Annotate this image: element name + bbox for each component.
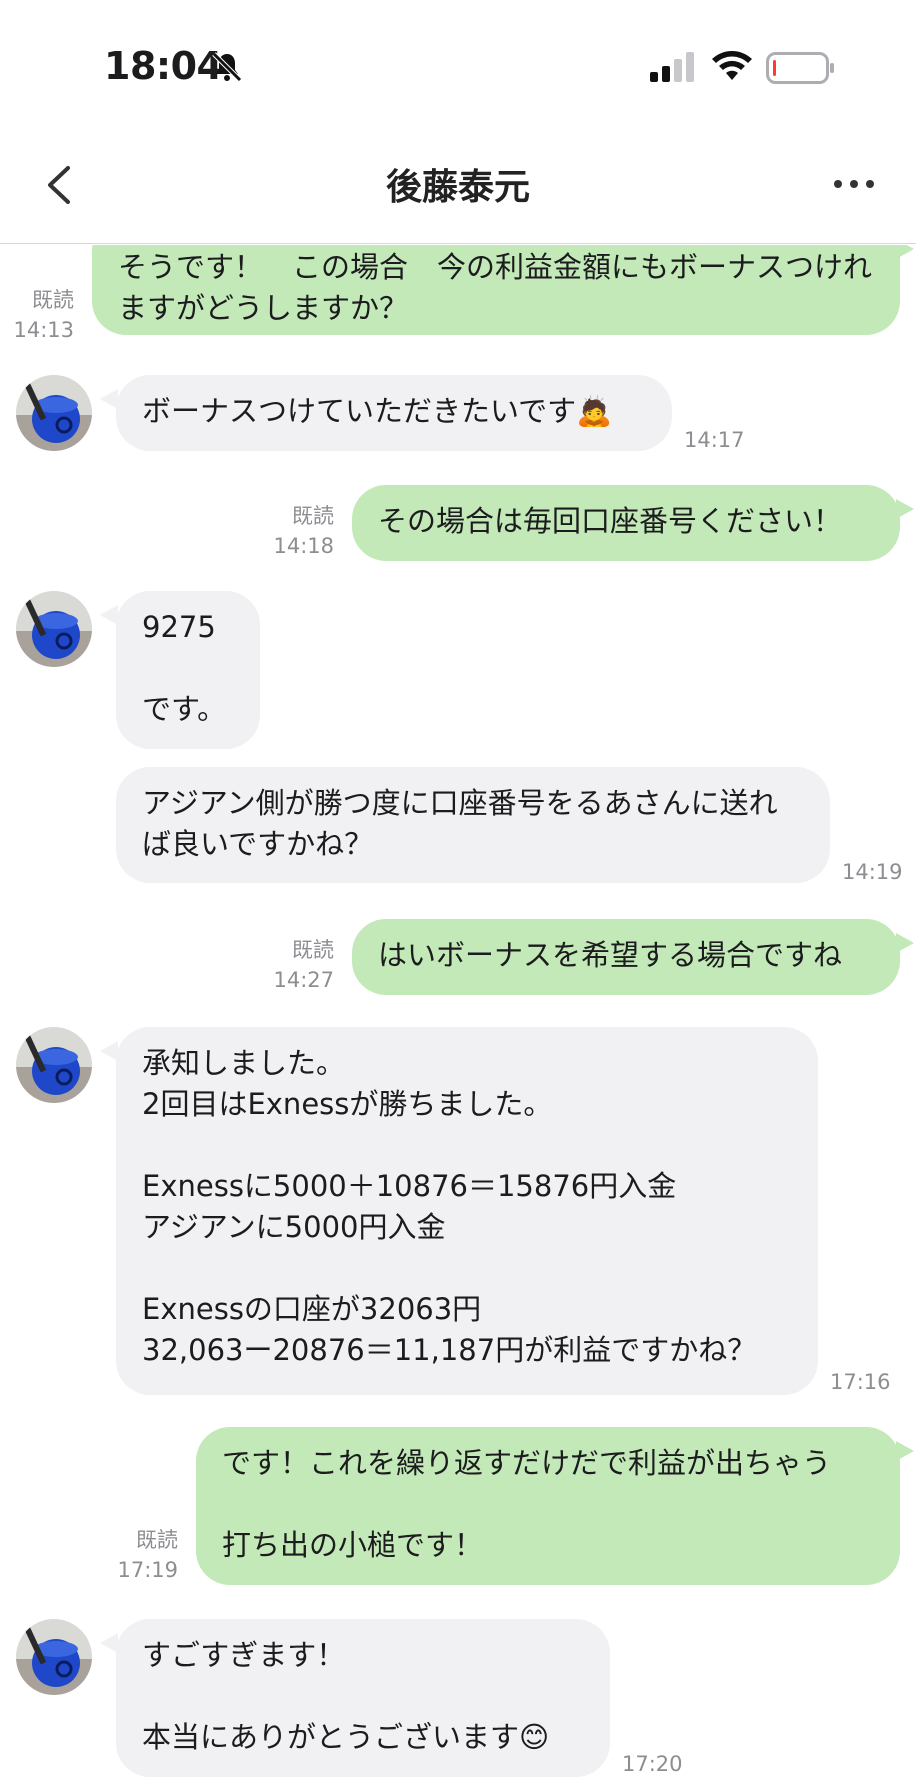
read-receipt: 既読: [32, 288, 74, 312]
status-time: 18:04: [104, 44, 223, 88]
status-bar: 18:04: [0, 0, 916, 130]
chat-header: 後藤泰元: [0, 130, 916, 244]
message-bubble[interactable]: ボーナスつけていただきたいです🙇: [116, 375, 672, 451]
contact-avatar[interactable]: [16, 591, 92, 667]
message-outgoing: その場合は毎回口座番号ください！ 既読 14:18: [0, 485, 916, 565]
cellular-signal-icon: [650, 52, 694, 82]
read-receipt: 既読: [136, 1528, 178, 1552]
read-receipt: 既読: [292, 504, 334, 528]
message-outgoing: そうです！ この場合 今の利益金額にもボーナスつけれますがどうしますか？ 既読 …: [0, 245, 916, 345]
chat-title: 後藤泰元: [385, 167, 530, 208]
message-outgoing: です！これを繰り返すだけだで利益が出ちゃう 打ち出の小槌です！ 既読 17:19: [0, 1427, 916, 1587]
chat-message-list[interactable]: そうです！ この場合 今の利益金額にもボーナスつけれますがどうしますか？ 既読 …: [0, 245, 916, 1788]
message-time: 14:19: [842, 860, 903, 884]
contact-avatar[interactable]: [16, 1619, 92, 1695]
bubble-tail: [896, 1441, 914, 1461]
message-bubble[interactable]: そうです！ この場合 今の利益金額にもボーナスつけれますがどうしますか？: [92, 245, 900, 335]
message-time: 14:13: [13, 318, 74, 342]
contact-avatar[interactable]: [16, 1027, 92, 1103]
read-receipt: 既読: [292, 938, 334, 962]
message-bubble[interactable]: 9275 です。: [116, 591, 260, 749]
message-bubble[interactable]: です！これを繰り返すだけだで利益が出ちゃう 打ち出の小槌です！: [196, 1427, 900, 1585]
message-time: 17:19: [117, 1558, 178, 1582]
more-options-icon[interactable]: [832, 172, 876, 196]
message-incoming: すごすぎます！ 本当にありがとうございます😊 17:20: [0, 1619, 916, 1779]
message-bubble[interactable]: 承知しました。 2回目はExnessが勝ちました。 Exnessに5000＋10…: [116, 1027, 818, 1395]
bubble-tail: [896, 499, 914, 519]
message-time: 14:27: [273, 968, 334, 992]
avatar-image-icon: [16, 1619, 92, 1695]
message-bubble[interactable]: その場合は毎回口座番号ください！: [352, 485, 900, 561]
message-outgoing: はいボーナスを希望する場合ですね 既読 14:27: [0, 919, 916, 999]
battery-low-icon: [766, 52, 834, 84]
bell-muted-icon: [212, 52, 242, 82]
message-incoming: アジアン側が勝つ度に口座番号をるあさんに送れば良いですかね？ 14:19: [0, 767, 916, 887]
message-incoming: ボーナスつけていただきたいです🙇 14:17: [0, 375, 916, 465]
contact-avatar[interactable]: [16, 375, 92, 451]
wifi-icon: [712, 51, 752, 80]
message-incoming: 承知しました。 2回目はExnessが勝ちました。 Exnessに5000＋10…: [0, 1027, 916, 1397]
avatar-image-icon: [16, 591, 92, 667]
message-time: 17:20: [622, 1752, 683, 1776]
avatar-image-icon: [16, 1027, 92, 1103]
bubble-tail: [896, 245, 914, 259]
message-bubble[interactable]: はいボーナスを希望する場合ですね: [352, 919, 900, 995]
message-time: 14:17: [684, 428, 745, 452]
message-time: 14:18: [273, 534, 334, 558]
message-incoming: 9275 です。: [0, 591, 916, 751]
bubble-tail: [896, 933, 914, 953]
message-bubble[interactable]: アジアン側が勝つ度に口座番号をるあさんに送れば良いですかね？: [116, 767, 830, 883]
avatar-image-icon: [16, 375, 92, 451]
message-bubble[interactable]: すごすぎます！ 本当にありがとうございます😊: [116, 1619, 610, 1777]
message-time: 17:16: [830, 1370, 891, 1394]
